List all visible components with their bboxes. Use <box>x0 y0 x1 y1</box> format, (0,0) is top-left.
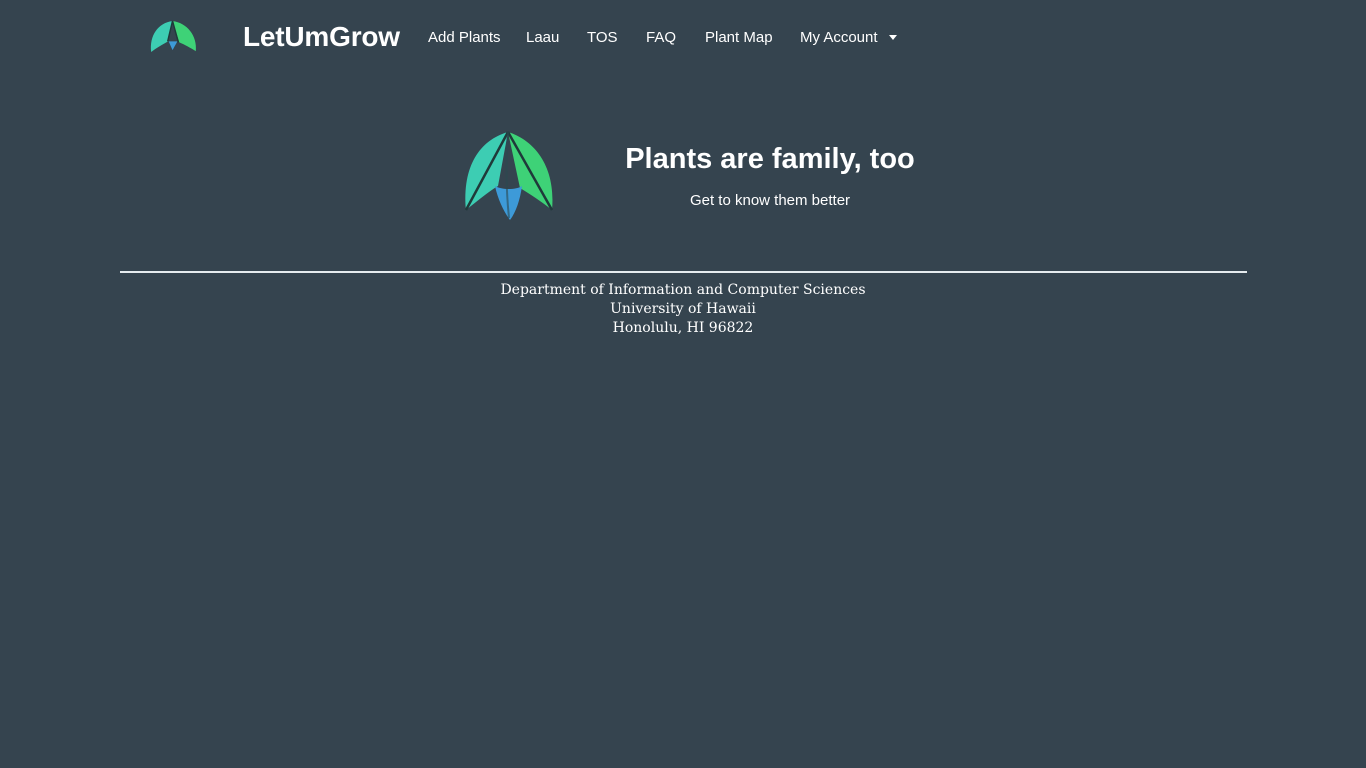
footer-department: Department of Information and Computer S… <box>500 282 866 298</box>
nav-link-laau[interactable]: Laau <box>526 28 559 48</box>
top-navbar: LetUmGrow Add Plants Laau TOS FAQ Plant … <box>0 0 1366 76</box>
nav-link-plant-map[interactable]: Plant Map <box>705 28 773 48</box>
footer-university: University of Hawaii <box>610 301 756 317</box>
leaf-logo-icon[interactable] <box>149 20 198 54</box>
nav-link-tos[interactable]: TOS <box>587 28 618 48</box>
footer: Department of Information and Computer S… <box>0 281 1366 338</box>
my-account-dropdown[interactable]: My Account <box>800 28 897 48</box>
footer-address: Honolulu, HI 96822 <box>612 320 754 336</box>
hero-title: Plants are family, too <box>625 143 915 175</box>
footer-divider <box>120 271 1247 273</box>
hero-subtitle: Get to know them better <box>689 192 851 209</box>
nav-link-faq[interactable]: FAQ <box>646 28 676 48</box>
nav-link-add-plants[interactable]: Add Plants <box>428 28 501 48</box>
my-account-label: My Account <box>800 29 878 46</box>
brand-title[interactable]: LetUmGrow <box>243 18 400 56</box>
chevron-down-icon <box>888 34 897 40</box>
leaf-logo-icon <box>464 131 554 220</box>
